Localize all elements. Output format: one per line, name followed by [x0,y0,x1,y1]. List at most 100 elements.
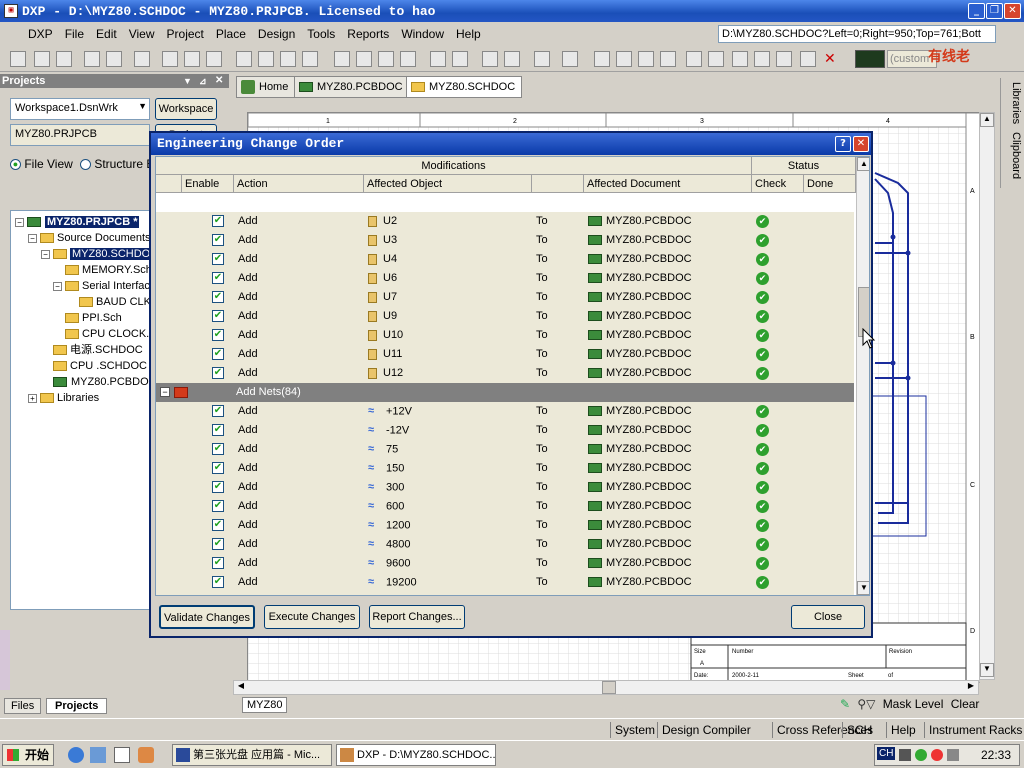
ime-indicator[interactable]: CH [877,747,896,760]
tab-schdoc[interactable]: MYZ80.SCHDOC [406,76,523,98]
select-icon[interactable] [378,51,394,67]
component-row[interactable]: ✔ Add U4 To MYZ80.PCBDOC ✔ [156,250,854,269]
close-button[interactable]: Close [791,605,865,629]
group-row-add-nets[interactable]: − Add Nets(84) [156,383,854,402]
mask-level-button[interactable]: Mask Level [883,697,944,711]
ie-icon[interactable] [68,747,84,763]
enable-checkbox[interactable]: ✔ [212,234,224,246]
file-view-radio[interactable]: ● File View [10,157,73,171]
scroll-down-icon[interactable]: ▼ [980,663,994,677]
browse-icon[interactable] [534,51,550,67]
close-window-button[interactable]: ✕ [1004,3,1021,19]
select-area-icon[interactable] [334,51,350,67]
desktop-icon[interactable] [114,747,130,763]
net-row[interactable]: ✔ Add ≈ +12V To MYZ80.PCBDOC ✔ [156,402,854,421]
sheet-vertical-scrollbar[interactable]: ▲ ▼ [979,112,995,680]
start-button[interactable]: 开始 [2,744,54,766]
net-row[interactable]: ✔ Add ≈600 To MYZ80.PCBDOC ✔ [156,497,854,516]
ground-icon[interactable] [686,51,702,67]
enable-checkbox[interactable]: ✔ [212,500,224,512]
media-icon[interactable] [138,747,154,763]
keyboard-icon[interactable] [899,749,911,761]
volume-icon[interactable] [947,749,959,761]
menu-window[interactable]: Window [395,27,450,41]
undo-icon[interactable] [430,51,446,67]
print-icon[interactable] [84,51,100,67]
validate-changes-button[interactable]: Validate Changes [159,605,255,629]
tree-item-cpu-clock[interactable]: CPU CLOCK.S [65,326,157,342]
scroll-up-icon[interactable]: ▲ [857,157,869,171]
filter-icon[interactable]: ⚲▽ [857,697,879,711]
enable-checkbox[interactable]: ✔ [212,557,224,569]
structure-radio[interactable]: Structure E [80,157,154,171]
side-tab-clipboard[interactable]: Clipboard [1000,128,1022,188]
scroll-right-icon[interactable]: ▶ [964,681,978,694]
window-title-bar[interactable]: ▣ DXP - D:\MYZ80.SCHDOC - MYZ80.PRJPCB. … [0,0,1024,22]
tree-item-project[interactable]: − MYZ80.PRJPCB * [15,214,140,230]
zoom-area-icon[interactable] [184,51,200,67]
tree-item-cpu[interactable]: CPU .SCHDOC [53,358,147,374]
net-row[interactable]: ✔ Add ≈75 To MYZ80.PCBDOC ✔ [156,440,854,459]
net-row[interactable]: ✔ Add ≈1200 To MYZ80.PCBDOC ✔ [156,516,854,535]
help-icon[interactable]: ? [835,136,851,152]
part-icon[interactable] [732,51,748,67]
tree-item-serial-interface[interactable]: − Serial Interface [53,278,156,294]
tree-item-ppi[interactable]: PPI.Sch [65,310,122,326]
component-row[interactable]: ✔ Add U10 To MYZ80.PCBDOC ✔ [156,326,854,345]
wire-icon[interactable] [594,51,610,67]
status-design-compiler[interactable]: Design Compiler [657,722,751,738]
clear-button[interactable]: Clear [951,697,980,711]
cross-probe-icon[interactable] [504,51,520,67]
enable-checkbox[interactable]: ✔ [212,443,224,455]
net-row[interactable]: ✔ Add ≈ -12V To MYZ80.PCBDOC ✔ [156,421,854,440]
panel-pin-icon[interactable]: ⊿ [199,74,207,88]
menu-view[interactable]: View [123,27,161,41]
menu-tools[interactable]: Tools [301,27,341,41]
enable-checkbox[interactable]: ✔ [212,462,224,474]
tab-projects[interactable]: Projects [46,698,108,714]
enable-checkbox[interactable]: ✔ [212,576,224,588]
enable-checkbox[interactable]: ✔ [212,253,224,265]
component-row[interactable]: ✔ Add U7 To MYZ80.PCBDOC ✔ [156,288,854,307]
net-label-icon[interactable] [660,51,676,67]
tab-files[interactable]: Files [4,698,42,714]
enable-checkbox[interactable]: ✔ [212,291,224,303]
workspace-button[interactable]: Workspace [155,98,217,120]
enable-checkbox[interactable]: ✔ [212,215,224,227]
report-changes-button[interactable]: Report Changes... [369,605,465,629]
sheet-symbol-icon[interactable] [754,51,770,67]
rubber-stamp-icon[interactable] [302,51,318,67]
header-check[interactable]: Check [752,175,804,193]
enable-checkbox[interactable]: ✔ [212,367,224,379]
move-icon[interactable] [356,51,372,67]
menu-help[interactable]: Help [450,27,487,41]
component-row[interactable]: ✔ Add U12 To MYZ80.PCBDOC ✔ [156,364,854,383]
network-icon[interactable] [915,749,927,761]
sheet-horizontal-scrollbar[interactable]: ◀ ▶ [233,680,979,695]
panel-close-icon[interactable]: ✕ [215,74,223,88]
zoom-fit-icon[interactable] [162,51,178,67]
paste-icon[interactable] [280,51,296,67]
maximize-button[interactable]: ❐ [986,3,1003,19]
document-path-field[interactable]: D:\MYZ80.SCHDOC?Left=0;Right=950;Top=761… [718,25,996,43]
enable-checkbox[interactable]: ✔ [212,310,224,322]
menu-project[interactable]: Project [161,27,210,41]
task-word[interactable]: 第三张光盘 应用篇 - Mic... [172,744,332,766]
header-done[interactable]: Done [804,175,856,193]
status-sch[interactable]: SCH [842,722,872,738]
menu-place[interactable]: Place [210,27,252,41]
tree-item-pcbdoc[interactable]: MYZ80.PCBDOC [53,374,157,390]
tree-item-libraries[interactable]: + Libraries [28,390,99,406]
bus-entry-icon[interactable] [638,51,654,67]
header-affected-document[interactable]: Affected Document [584,175,752,193]
tree-item-source-documents[interactable]: − Source Documents [28,230,151,246]
scroll-left-icon[interactable]: ◀ [234,681,248,694]
outlook-icon[interactable] [90,747,106,763]
net-row[interactable]: ✔ Add ≈300 To MYZ80.PCBDOC ✔ [156,478,854,497]
tree-item-myz80-schdoc[interactable]: − MYZ80.SCHDOC [41,246,161,262]
bus-icon[interactable] [616,51,632,67]
deselect-icon[interactable] [400,51,416,67]
component-row[interactable]: ✔ Add U9 To MYZ80.PCBDOC ✔ [156,307,854,326]
dialog-title-bar[interactable]: Engineering Change Order ? ✕ [151,133,871,155]
cut-icon[interactable] [236,51,252,67]
